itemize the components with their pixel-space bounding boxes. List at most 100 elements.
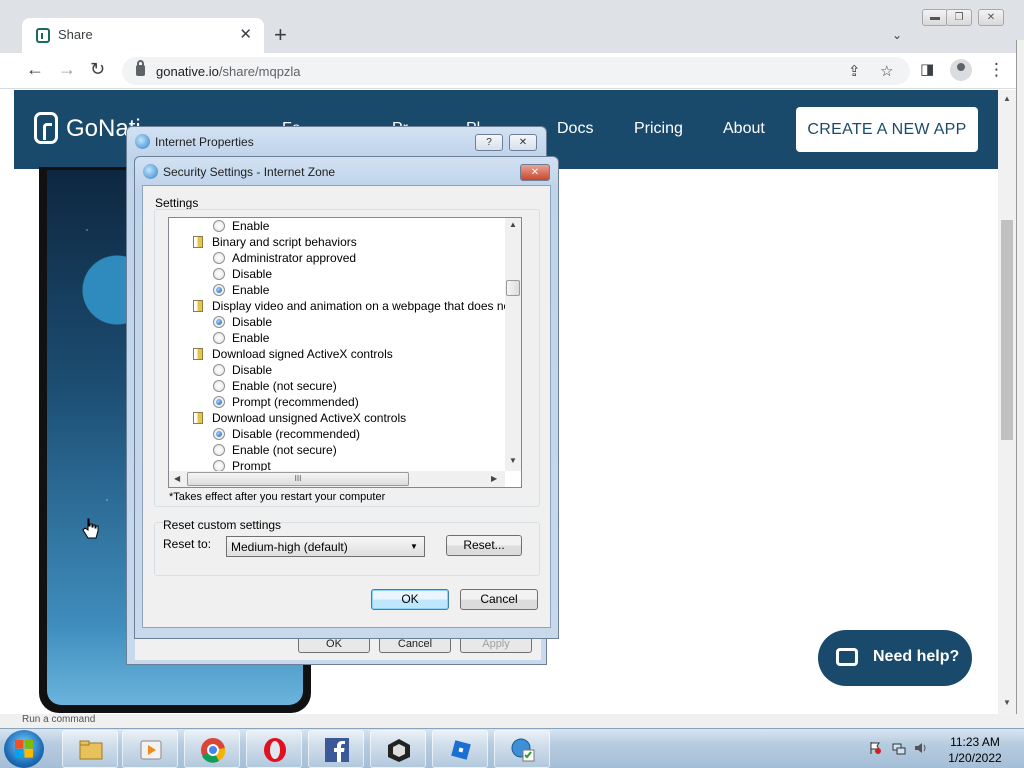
- facebook-icon: [325, 738, 349, 762]
- cancel-button[interactable]: Cancel: [460, 589, 538, 610]
- taskbar-unity[interactable]: [370, 730, 426, 768]
- nav-link-docs[interactable]: Docs: [557, 120, 593, 138]
- internet-properties-close-button[interactable]: ✕: [509, 134, 537, 151]
- tab-share[interactable]: Share ✕: [22, 18, 264, 53]
- tab-strip: Share ✕ + ⌄ ▬ ❐ ✕: [0, 0, 1024, 53]
- run-command-text[interactable]: Run a command: [22, 714, 95, 725]
- action-center-flag-icon[interactable]: [868, 741, 882, 755]
- list-horizontal-scrollbar[interactable]: ◀ III ▶: [169, 471, 505, 487]
- setting-label: Display video and animation on a webpage…: [212, 299, 505, 313]
- taskbar-clock[interactable]: 11:23 AM 1/20/2022: [940, 734, 1010, 766]
- scroll-down-icon[interactable]: ▼: [1003, 698, 1011, 707]
- radio-unselected-icon[interactable]: [213, 268, 225, 280]
- taskbar-media-player[interactable]: [122, 730, 178, 768]
- window-minimize-button[interactable]: ▬: [922, 9, 948, 26]
- page-scrollbar[interactable]: ▲ ▼: [998, 90, 1016, 714]
- nav-link-about[interactable]: About: [723, 120, 765, 138]
- setting-category-icon: [193, 236, 203, 248]
- settings-tree-list[interactable]: Enable Binary and script behaviors Adminis…: [168, 217, 522, 488]
- volume-icon[interactable]: [914, 741, 928, 755]
- ok-button[interactable]: OK: [371, 589, 449, 610]
- taskbar-internet-options[interactable]: [494, 730, 550, 768]
- opera-icon: [264, 738, 286, 762]
- ip-ok-button[interactable]: OK: [298, 639, 370, 653]
- taskbar-facebook[interactable]: [308, 730, 364, 768]
- radio-unselected-icon[interactable]: [213, 332, 225, 344]
- radio-selected-icon[interactable]: [213, 284, 225, 296]
- unity-icon: [388, 739, 410, 762]
- media-player-icon: [140, 740, 162, 760]
- back-icon[interactable]: ←: [26, 59, 44, 80]
- url-path: /share/mqpzla: [218, 64, 301, 79]
- browser-menu-icon[interactable]: ⋮: [988, 60, 1005, 80]
- url-text: gonative.io/share/mqpzla: [156, 64, 301, 79]
- security-settings-icon: [143, 164, 158, 179]
- taskbar-opera[interactable]: [246, 730, 302, 768]
- status-strip: Run a command: [0, 714, 1024, 728]
- radio-unselected-icon[interactable]: [213, 444, 225, 456]
- setting-label: Binary and script behaviors: [212, 235, 357, 249]
- list-scroll-right-icon[interactable]: ▶: [491, 474, 497, 483]
- list-scroll-left-icon[interactable]: ◀: [174, 474, 180, 483]
- tab-close-icon[interactable]: ✕: [239, 25, 252, 43]
- address-bar[interactable]: gonative.io/share/mqpzla ⇪ ☆: [122, 57, 910, 85]
- reset-button[interactable]: Reset...: [446, 535, 522, 556]
- create-new-app-button[interactable]: CREATE A NEW APP: [796, 107, 978, 152]
- radio-selected-icon[interactable]: [213, 428, 225, 440]
- radio-unselected-icon[interactable]: [213, 252, 225, 264]
- setting-label: Enable: [232, 331, 270, 345]
- need-help-button[interactable]: Need help?: [818, 630, 972, 686]
- gonative-logo-icon[interactable]: [34, 112, 58, 144]
- reset-level-select[interactable]: Medium-high (default) ▼: [226, 536, 425, 557]
- tab-search-icon[interactable]: ⌄: [892, 28, 902, 42]
- reset-group-title: Reset custom settings: [163, 518, 282, 532]
- radio-unselected-icon[interactable]: [213, 364, 225, 376]
- reload-icon[interactable]: ↻: [90, 59, 105, 80]
- settings-rows: Enable Binary and script behaviors Adminis…: [169, 218, 505, 471]
- setting-label: Enable (not secure): [232, 443, 337, 457]
- radio-selected-icon[interactable]: [213, 316, 225, 328]
- forward-icon[interactable]: →: [58, 59, 76, 80]
- list-scroll-down-icon[interactable]: ▼: [509, 456, 517, 465]
- radio-unselected-icon[interactable]: [213, 380, 225, 392]
- taskbar-roblox[interactable]: [432, 730, 488, 768]
- settings-label: Settings: [155, 196, 199, 210]
- restart-footnote: *Takes effect after you restart your com…: [169, 491, 386, 503]
- list-scroll-up-icon[interactable]: ▲: [509, 220, 517, 229]
- profile-avatar-icon[interactable]: [950, 59, 972, 81]
- reset-to-label: Reset to:: [163, 537, 212, 551]
- side-panel-icon[interactable]: ◨: [920, 60, 934, 78]
- list-vertical-scrollbar[interactable]: ▲ ▼: [505, 218, 521, 471]
- security-settings-close-button[interactable]: ✕: [520, 164, 550, 181]
- window-close-button[interactable]: ✕: [978, 9, 1004, 26]
- ip-apply-button[interactable]: Apply: [460, 639, 532, 653]
- list-hscroll-thumb[interactable]: III: [187, 472, 409, 486]
- tab-title: Share: [58, 27, 93, 42]
- list-scroll-thumb[interactable]: [506, 280, 520, 296]
- start-button[interactable]: [4, 730, 44, 768]
- radio-unselected-icon[interactable]: [213, 220, 225, 232]
- taskbar-chrome[interactable]: [184, 730, 240, 768]
- setting-label: Administrator approved: [232, 251, 357, 265]
- setting-label: Download signed ActiveX controls: [212, 347, 393, 361]
- background-window-edge: [1016, 40, 1024, 728]
- network-icon[interactable]: [892, 741, 906, 755]
- chrome-icon: [201, 738, 226, 763]
- chat-bubble-icon: [836, 648, 858, 666]
- nav-link-pricing[interactable]: Pricing: [634, 120, 683, 138]
- setting-label: Disable: [232, 315, 273, 329]
- new-tab-button[interactable]: +: [274, 24, 287, 46]
- setting-label: Disable: [232, 267, 273, 281]
- help-button[interactable]: ?: [475, 134, 503, 151]
- share-icon[interactable]: ⇪: [848, 62, 861, 80]
- taskbar-file-explorer[interactable]: [62, 730, 118, 768]
- window-restore-button[interactable]: ❐: [946, 9, 972, 26]
- scroll-up-icon[interactable]: ▲: [1003, 94, 1011, 103]
- radio-unselected-icon[interactable]: [213, 460, 225, 471]
- page-scroll-thumb[interactable]: [1001, 220, 1013, 440]
- clock-time: 11:23 AM: [950, 735, 1000, 749]
- setting-label: Enable (not secure): [232, 379, 337, 393]
- radio-selected-icon[interactable]: [213, 396, 225, 408]
- ip-cancel-button[interactable]: Cancel: [379, 639, 451, 653]
- bookmark-star-icon[interactable]: ☆: [880, 62, 893, 80]
